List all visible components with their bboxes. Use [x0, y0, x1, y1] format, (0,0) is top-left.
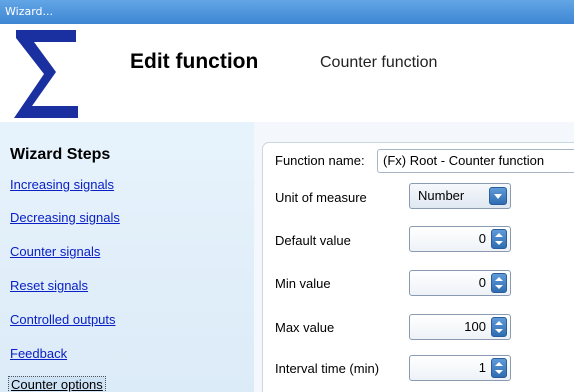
- unit-of-measure-value: Number: [418, 188, 465, 203]
- chevron-down-icon[interactable]: [489, 187, 507, 205]
- interval-time-label: Interval time (min): [275, 361, 380, 376]
- step-link-controlled-outputs[interactable]: Controlled outputs: [10, 312, 116, 327]
- wizard-steps-title: Wizard Steps: [10, 146, 111, 163]
- step-link-increasing-signals[interactable]: Increasing signals: [10, 177, 114, 192]
- step-link-decreasing-signals[interactable]: Decreasing signals: [10, 210, 120, 225]
- header: Edit function Counter function: [0, 24, 574, 122]
- window-titlebar: Wizard...: [0, 0, 574, 24]
- unit-of-measure-select[interactable]: Number: [409, 183, 511, 209]
- function-name-input[interactable]: (Fx) Root - Counter function: [377, 149, 574, 173]
- min-value-label: Min value: [275, 276, 331, 291]
- wizard-sidebar: Wizard Steps Increasing signals Decreasi…: [0, 122, 254, 392]
- max-value-value: 100: [464, 319, 486, 334]
- max-value-label: Max value: [275, 320, 335, 335]
- step-link-counter-options[interactable]: Counter options: [8, 376, 106, 392]
- default-value-spinner[interactable]: 0: [409, 226, 511, 252]
- max-value-spinner[interactable]: 100: [409, 314, 511, 340]
- window-title: Wizard...: [5, 5, 54, 18]
- interval-time-value: 1: [478, 360, 486, 375]
- spinner-arrows-icon[interactable]: [491, 229, 507, 249]
- spinner-arrows-icon[interactable]: [491, 317, 507, 337]
- min-value-value: 0: [478, 275, 486, 290]
- function-name-label: Function name:: [275, 153, 365, 168]
- page-subtitle: Counter function: [320, 54, 438, 71]
- step-link-reset-signals[interactable]: Reset signals: [10, 278, 88, 293]
- default-value-label: Default value: [275, 233, 351, 248]
- sigma-icon: [14, 30, 78, 118]
- spinner-arrows-icon[interactable]: [491, 273, 507, 293]
- step-link-feedback[interactable]: Feedback: [10, 346, 67, 361]
- default-value-value: 0: [478, 231, 486, 246]
- content-area: Function name: (Fx) Root - Counter funct…: [254, 122, 574, 392]
- page-title: Edit function: [130, 50, 259, 73]
- unit-of-measure-label: Unit of measure: [275, 190, 367, 205]
- step-link-counter-signals[interactable]: Counter signals: [10, 244, 100, 259]
- interval-time-spinner[interactable]: 1: [409, 355, 511, 381]
- spinner-arrows-icon[interactable]: [491, 358, 507, 378]
- min-value-spinner[interactable]: 0: [409, 270, 511, 296]
- function-settings-panel: Function name: (Fx) Root - Counter funct…: [262, 142, 574, 392]
